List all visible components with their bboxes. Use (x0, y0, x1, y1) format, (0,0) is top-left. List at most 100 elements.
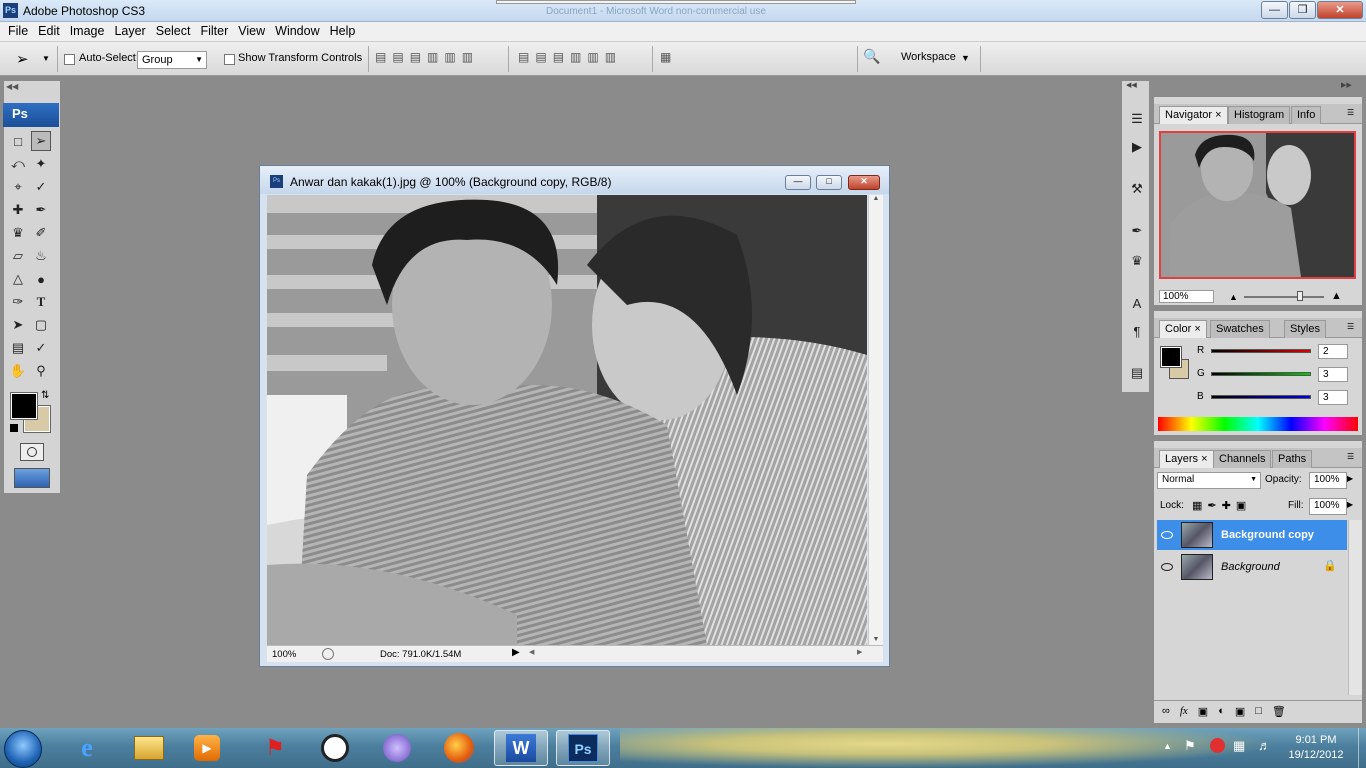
tab-info[interactable]: Info (1291, 106, 1322, 124)
status-arrow-icon[interactable]: ▶ (512, 647, 520, 658)
tool-presets-icon[interactable]: ⚒ (1127, 179, 1147, 199)
shape-tool-icon[interactable]: ▢ (31, 315, 51, 335)
marquee-tool-icon[interactable]: □ (8, 131, 28, 151)
default-colors-icon[interactable] (10, 424, 18, 432)
b-value-field[interactable]: 3 (1318, 390, 1348, 405)
start-button[interactable] (4, 730, 42, 768)
lock-transparent-icon[interactable]: ▦ (1192, 499, 1202, 512)
distribute-top-icon[interactable]: ▤ (518, 50, 529, 66)
align-vcenter-icon[interactable]: ▤ (392, 50, 403, 66)
pushpin-taskbar-icon[interactable]: ⚑ (248, 730, 302, 766)
vertical-scrollbar[interactable]: ▲ ▼ (868, 195, 883, 645)
align-hcenter-icon[interactable]: ▥ (444, 50, 455, 66)
align-top-icon[interactable]: ▤ (375, 50, 386, 66)
visibility-eye-icon[interactable] (1161, 531, 1173, 539)
paragraph-panel-icon[interactable]: ¶ (1127, 321, 1147, 341)
g-value-field[interactable]: 3 (1318, 367, 1348, 382)
distribute-right-icon[interactable]: ▥ (605, 50, 616, 66)
move-tool-preset-icon[interactable]: ➢ (16, 50, 29, 68)
auto-select-dropdown[interactable]: Group ▼ (137, 51, 207, 69)
navigator-thumbnail[interactable] (1159, 131, 1356, 279)
hand-tool-icon[interactable]: ✋ (8, 361, 28, 381)
dock-collapse-icon[interactable]: ◀◀ (1126, 81, 1137, 89)
layer-row-background-copy[interactable]: Background copy (1157, 520, 1347, 550)
eraser-tool-icon[interactable]: ▱ (8, 246, 28, 266)
opacity-field[interactable]: 100% (1309, 472, 1347, 489)
adjustment-layer-icon[interactable]: ◐ (1218, 705, 1225, 723)
menu-view[interactable]: View (233, 22, 270, 41)
slice-tool-icon[interactable]: ✓ (31, 177, 51, 197)
b-slider[interactable] (1211, 395, 1311, 399)
align-right-icon[interactable]: ▥ (462, 50, 473, 66)
dodge-tool-icon[interactable]: ● (31, 269, 51, 289)
show-desktop-button[interactable] (1358, 728, 1366, 768)
zoom-field[interactable]: 100% (272, 649, 296, 660)
tab-paths[interactable]: Paths (1272, 450, 1313, 468)
history-brush-icon[interactable]: ✐ (31, 223, 51, 243)
menu-help[interactable]: Help (325, 22, 361, 41)
dock-expand-icon[interactable]: ▶▶ (1341, 81, 1352, 89)
color-ramp[interactable] (1158, 417, 1358, 431)
doc-maximize-button[interactable]: □ (816, 175, 842, 190)
brush-tool-icon[interactable]: ✒ (31, 200, 51, 220)
distribute-left-icon[interactable]: ▥ (570, 50, 581, 66)
zoom-slider-handle[interactable] (1297, 291, 1303, 301)
r-slider[interactable] (1211, 349, 1311, 353)
pen-tool-icon[interactable]: ✑ (8, 292, 28, 312)
taskbar-clock[interactable]: 9:01 PM 19/12/2012 (1280, 733, 1352, 763)
new-group-icon[interactable]: ▣ (1235, 705, 1245, 723)
zoom-tool-icon[interactable]: ⚲ (31, 361, 51, 381)
auto-align-icon[interactable]: ▦ (660, 50, 671, 64)
photoshop-taskbar-button[interactable]: Ps (556, 730, 610, 766)
chevron-down-icon[interactable]: ▼ (961, 53, 970, 63)
close-button[interactable]: ✕ (1317, 1, 1363, 19)
internet-explorer-taskbar-icon[interactable]: e (60, 730, 114, 766)
paint-bucket-icon[interactable]: ♨ (31, 246, 51, 266)
menu-edit[interactable]: Edit (33, 22, 65, 41)
panel-menu-icon[interactable]: ☰ (1347, 452, 1354, 461)
color-fg-swatch[interactable] (1160, 346, 1182, 368)
swap-colors-icon[interactable]: ⇅ (41, 390, 49, 401)
show-transform-checkbox[interactable] (224, 54, 235, 65)
scroll-right-icon[interactable]: ▶ (857, 648, 862, 656)
tab-color[interactable]: Color × (1159, 320, 1207, 338)
lock-position-icon[interactable]: ✚ (1222, 499, 1231, 512)
firefox-taskbar-icon[interactable] (432, 730, 486, 766)
layer-style-icon[interactable]: fx (1180, 705, 1188, 723)
restore-button[interactable]: ❐ (1289, 1, 1316, 19)
layer-comps-icon[interactable]: ▤ (1127, 363, 1147, 383)
move-tool-icon[interactable]: ➢ (31, 131, 51, 151)
type-tool-icon[interactable]: T (31, 292, 51, 312)
chevron-down-icon[interactable]: ▼ (42, 54, 50, 63)
tab-layers[interactable]: Layers × (1159, 450, 1214, 468)
tab-navigator[interactable]: Navigator × (1159, 106, 1228, 124)
layers-scrollbar[interactable] (1348, 520, 1362, 695)
tab-histogram[interactable]: Histogram (1228, 106, 1291, 124)
doc-close-button[interactable]: ✕ (848, 175, 880, 190)
distribute-hcenter-icon[interactable]: ▥ (587, 50, 598, 66)
foreground-color-swatch[interactable] (10, 392, 38, 420)
bridge-icon[interactable]: 🔍 (863, 48, 880, 65)
zoom-in-icon[interactable]: ▲ (1331, 290, 1342, 302)
lock-image-icon[interactable]: ✒ (1207, 499, 1216, 512)
align-left-icon[interactable]: ▥ (427, 50, 438, 66)
magic-wand-icon[interactable]: ✦ (31, 154, 51, 174)
scroll-left-icon[interactable]: ◀ (529, 648, 534, 656)
align-bottom-icon[interactable]: ▤ (410, 50, 421, 66)
workspace-menu[interactable]: Workspace (901, 51, 956, 63)
g-slider[interactable] (1211, 372, 1311, 376)
menu-window[interactable]: Window (270, 22, 324, 41)
character-panel-icon[interactable]: A (1127, 293, 1147, 313)
clone-source-icon[interactable]: ♛ (1127, 251, 1147, 271)
panel-menu-icon[interactable]: ☰ (1347, 322, 1354, 331)
explorer-taskbar-icon[interactable] (122, 730, 176, 766)
image-canvas[interactable] (267, 195, 867, 645)
layer-name[interactable]: Background copy (1221, 529, 1314, 541)
distribute-vcenter-icon[interactable]: ▤ (535, 50, 546, 66)
actions-panel-icon[interactable]: ▶ (1127, 137, 1147, 157)
menu-image[interactable]: Image (65, 22, 110, 41)
r-value-field[interactable]: 2 (1318, 344, 1348, 359)
lasso-tool-icon[interactable]: ⤺ (8, 154, 28, 174)
antivirus-tray-icon[interactable] (1210, 738, 1225, 753)
minimize-button[interactable]: — (1261, 1, 1288, 19)
